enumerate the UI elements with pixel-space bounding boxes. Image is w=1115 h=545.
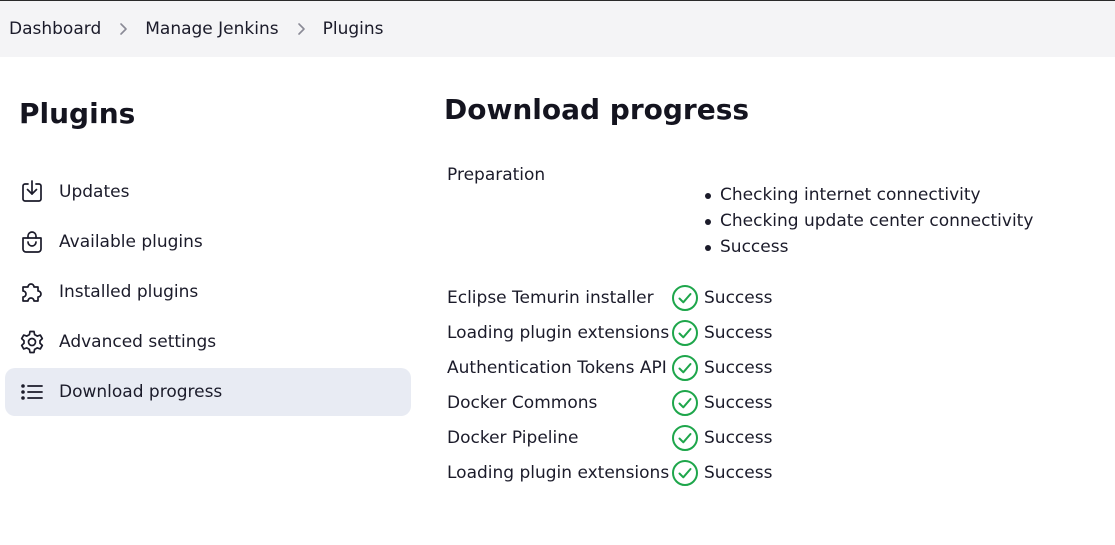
- check-circle-icon: [671, 319, 699, 347]
- sidebar-item-label: Download progress: [59, 382, 223, 402]
- sidebar-item-label: Installed plugins: [59, 282, 199, 302]
- breadcrumb-plugins[interactable]: Plugins: [323, 19, 384, 39]
- sidebar-item-label: Updates: [59, 182, 130, 202]
- breadcrumb: Dashboard Manage Jenkins Plugins: [0, 1, 1115, 57]
- check-circle-icon: [671, 284, 699, 312]
- plugin-name: Loading plugin extensions: [447, 462, 670, 483]
- check-circle-icon: [671, 459, 699, 487]
- puzzle-piece-icon: [19, 279, 45, 305]
- sidebar-item-installed-plugins[interactable]: Installed plugins: [5, 268, 411, 316]
- sidebar-item-advanced-settings[interactable]: Advanced settings: [5, 318, 411, 366]
- check-circle-icon: [671, 354, 699, 382]
- sidebar-item-label: Advanced settings: [59, 332, 217, 352]
- check-circle-icon: [671, 389, 699, 417]
- list-icon: [19, 379, 45, 405]
- download-icon: [19, 179, 45, 205]
- breadcrumb-dashboard[interactable]: Dashboard: [9, 19, 101, 39]
- status-row: Eclipse Temurin installer Success: [447, 280, 772, 315]
- sidebar-item-download-progress[interactable]: Download progress: [5, 368, 411, 416]
- sidebar-item-updates[interactable]: Updates: [5, 168, 411, 216]
- status-text: Success: [704, 287, 773, 308]
- chevron-right-icon: [116, 22, 130, 36]
- sidebar-item-label: Available plugins: [59, 232, 203, 252]
- status-row: Docker Pipeline Success: [447, 420, 772, 455]
- page-title: Download progress: [444, 93, 750, 126]
- list-item: Checking internet connectivity: [704, 182, 1033, 208]
- plugin-name: Docker Commons: [447, 392, 598, 413]
- breadcrumb-manage-jenkins[interactable]: Manage Jenkins: [145, 19, 278, 39]
- list-item: Checking update center connectivity: [704, 208, 1033, 234]
- list-item: Success: [704, 234, 1033, 260]
- status-row: Docker Commons Success: [447, 385, 772, 420]
- status-text: Success: [704, 462, 773, 483]
- status-text: Success: [704, 357, 773, 378]
- plugin-name: Authentication Tokens API: [447, 357, 667, 378]
- status-row: Loading plugin extensions Success: [447, 315, 772, 350]
- sidebar-title: Plugins: [19, 97, 136, 130]
- chevron-right-icon: [294, 22, 308, 36]
- status-text: Success: [704, 427, 773, 448]
- preparation-label: Preparation: [447, 165, 546, 185]
- plugin-name: Eclipse Temurin installer: [447, 287, 654, 308]
- download-status-list: Eclipse Temurin installer Success Loadin…: [447, 280, 772, 490]
- status-row: Loading plugin extensions Success: [447, 455, 772, 490]
- sidebar-item-available-plugins[interactable]: Available plugins: [5, 218, 411, 266]
- gear-icon: [19, 329, 45, 355]
- plugin-name: Docker Pipeline: [447, 427, 579, 448]
- plugin-name: Loading plugin extensions: [447, 322, 670, 343]
- check-circle-icon: [671, 424, 699, 452]
- status-text: Success: [704, 322, 773, 343]
- preparation-steps: Checking internet connectivity Checking …: [704, 182, 1033, 260]
- status-text: Success: [704, 392, 773, 413]
- status-row: Authentication Tokens API Success: [447, 350, 772, 385]
- sidebar-nav: Updates Available plugins Installed plug…: [5, 168, 411, 418]
- shopping-bag-icon: [19, 229, 45, 255]
